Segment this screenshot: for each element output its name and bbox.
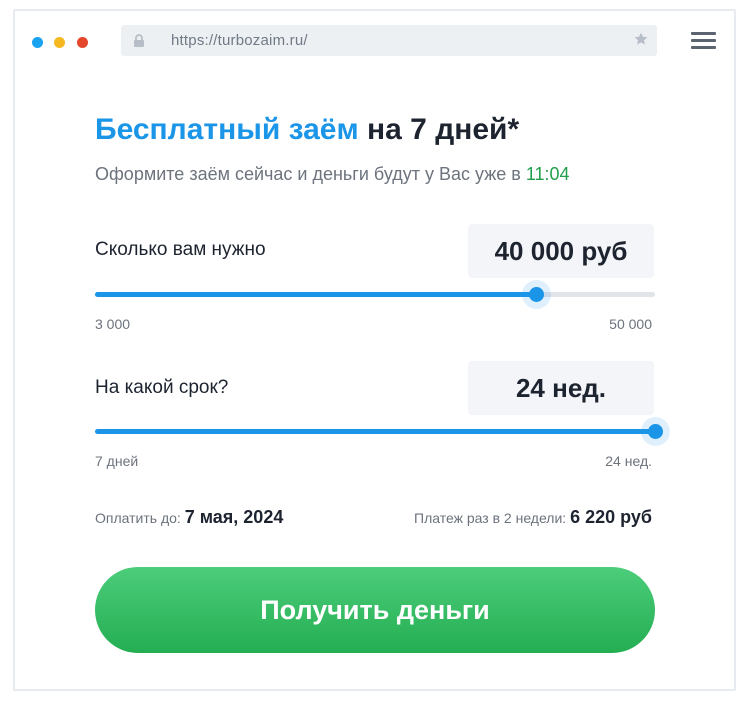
amount-value-display[interactable]: 40 000 руб <box>468 224 654 278</box>
amount-label: Сколько вам нужно <box>95 239 266 260</box>
term-slider-fill <box>95 429 655 434</box>
term-max-label: 24 нед. <box>605 453 652 469</box>
amount-min-label: 3 000 <box>95 316 131 332</box>
address-bar[interactable]: https://turbozaim.ru/ <box>121 25 657 56</box>
amount-slider-fill <box>95 292 536 297</box>
payment-label: Платеж раз в 2 недели: <box>414 510 567 526</box>
term-slider[interactable] <box>95 417 670 446</box>
term-value-display[interactable]: 24 нед. <box>468 361 654 415</box>
due-date-info: Оплатить до: 7 мая, 2024 <box>95 507 283 528</box>
subtitle-text: Оформите заём сейчас и деньги будут у Ва… <box>95 164 521 184</box>
page-title-rest: на 7 дней* <box>367 113 520 146</box>
subtitle-time: 11:04 <box>525 164 570 184</box>
payment-info: Платеж раз в 2 недели: 6 220 руб <box>414 507 652 528</box>
lock-icon <box>134 34 144 47</box>
window-dot-red <box>77 37 88 48</box>
amount-slider-thumb[interactable] <box>521 280 551 309</box>
address-bar-url: https://turbozaim.ru/ <box>171 32 308 49</box>
star-icon[interactable] <box>633 31 649 47</box>
due-date-label: Оплатить до: <box>95 510 181 526</box>
browser-window: https://turbozaim.ru/ Бесплатный заём на… <box>13 9 736 691</box>
get-money-button[interactable]: Получить деньги <box>95 567 655 653</box>
payment-value: 6 220 руб <box>570 507 652 527</box>
amount-max-label: 50 000 <box>609 316 652 332</box>
term-label: На какой срок? <box>95 377 229 398</box>
page-subtitle: Оформите заём сейчас и деньги будут у Ва… <box>95 164 570 185</box>
window-dot-yellow <box>54 37 65 48</box>
window-dot-blue <box>32 37 43 48</box>
term-min-label: 7 дней <box>95 453 139 469</box>
amount-slider[interactable] <box>95 280 655 309</box>
page-title: Бесплатный заём на 7 дней* <box>95 113 519 147</box>
due-date-value: 7 мая, 2024 <box>184 507 284 527</box>
hamburger-menu-icon[interactable] <box>691 32 716 50</box>
page-title-accent: Бесплатный заём <box>95 113 359 146</box>
term-slider-thumb[interactable] <box>641 417 670 446</box>
